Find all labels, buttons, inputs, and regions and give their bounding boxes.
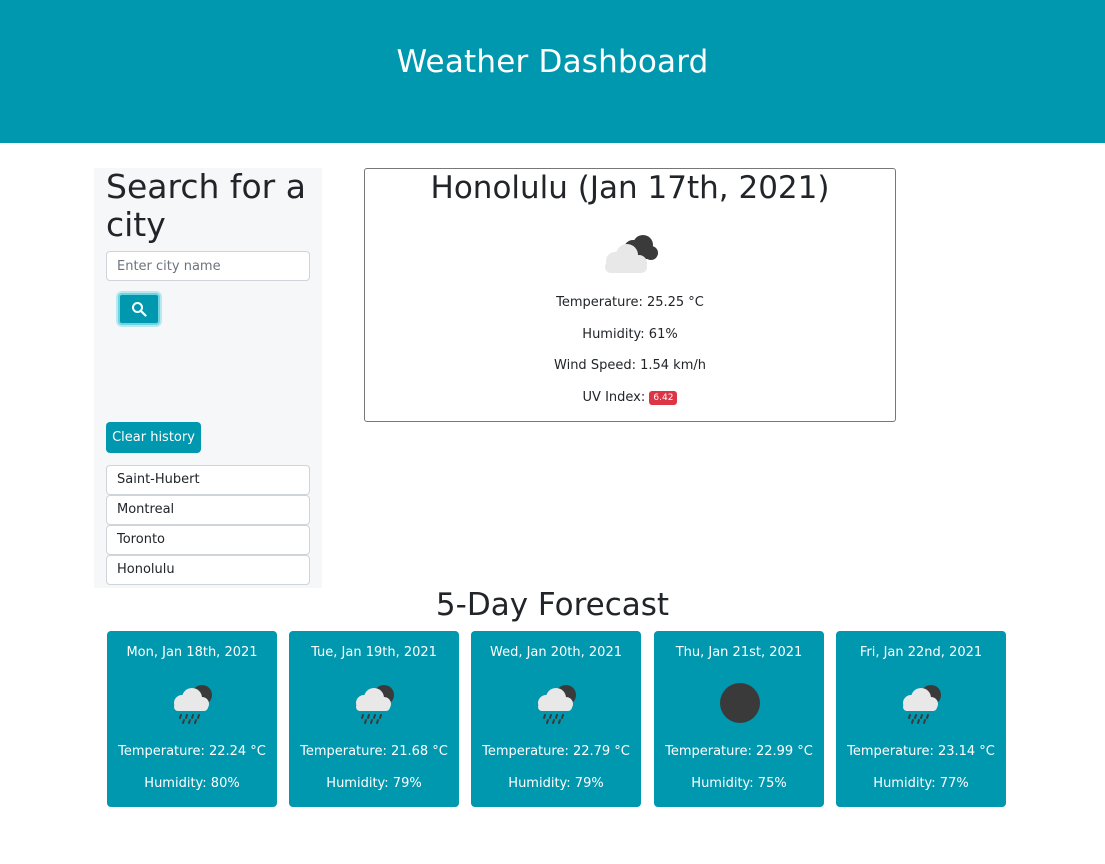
forecast-temperature: Temperature: 22.99 °C [665, 744, 813, 759]
current-humidity: Humidity: 61% [582, 327, 678, 342]
clear-history-button[interactable]: Clear history [106, 422, 201, 453]
forecast-card: Thu, Jan 21st, 2021 Temperature: 22.99 °… [654, 631, 824, 807]
history-item[interactable]: Saint-Hubert [106, 465, 310, 495]
forecast-date: Wed, Jan 20th, 2021 [489, 645, 622, 660]
current-temperature: Temperature: 25.25 °C [556, 295, 704, 310]
forecast-card: Fri, Jan 22nd, 2021 Temperature: 23.14 °… [836, 631, 1006, 807]
forecast-humidity: Humidity: 80% [144, 776, 240, 791]
forecast-card: Tue, Jan 19th, 2021 Temperature: 21.68 °… [289, 631, 459, 807]
cloudy-icon [605, 235, 658, 273]
search-button[interactable] [118, 293, 160, 325]
history-item[interactable]: Toronto [106, 525, 310, 555]
forecast-humidity: Humidity: 77% [873, 776, 969, 791]
sidebar: Search for a city Clear history Saint-Hu… [94, 168, 322, 588]
search-history-list: Saint-Hubert Montreal Toronto Honolulu [106, 465, 310, 585]
current-uv-index: UV Index: 6.42 [365, 390, 895, 405]
forecast-humidity: Humidity: 79% [508, 776, 604, 791]
forecast-date: Mon, Jan 18th, 2021 [126, 645, 258, 660]
current-wind-speed: Wind Speed: 1.54 km/h [554, 358, 706, 373]
search-heading: Search for a city [106, 167, 306, 244]
uv-index-label: UV Index: [582, 390, 646, 405]
rain-icon [356, 685, 394, 724]
forecast-card: Wed, Jan 20th, 2021 Temperature: 22.79 °… [471, 631, 641, 807]
uv-index-badge: 6.42 [649, 390, 678, 405]
page-title: Weather Dashboard [396, 44, 709, 80]
forecast-temperature: Temperature: 21.68 °C [300, 744, 448, 759]
forecast-date: Fri, Jan 22nd, 2021 [859, 645, 983, 660]
clear-night-icon [720, 683, 760, 723]
header: Weather Dashboard [0, 0, 1105, 143]
rain-icon [174, 685, 212, 724]
rain-icon [903, 685, 941, 724]
rain-icon [538, 685, 576, 724]
forecast-temperature: Temperature: 23.14 °C [847, 744, 995, 759]
forecast-temperature: Temperature: 22.79 °C [482, 744, 630, 759]
current-weather-card: Honolulu (Jan 17th, 2021) Temperature: 2… [364, 168, 896, 422]
forecast-date: Tue, Jan 19th, 2021 [311, 645, 437, 660]
search-icon [132, 302, 147, 317]
forecast-date: Thu, Jan 21st, 2021 [675, 645, 803, 660]
history-item[interactable]: Honolulu [106, 555, 310, 585]
forecast-humidity: Humidity: 79% [326, 776, 422, 791]
search-input[interactable] [106, 251, 310, 281]
forecast-temperature: Temperature: 22.24 °C [118, 744, 266, 759]
forecast-title: 5-Day Forecast [435, 587, 670, 623]
forecast-humidity: Humidity: 75% [691, 776, 787, 791]
current-city-title: Honolulu (Jan 17th, 2021) [430, 170, 830, 206]
forecast-card: Mon, Jan 18th, 2021 Temperature: 22.24 °… [107, 631, 277, 807]
history-item[interactable]: Montreal [106, 495, 310, 525]
